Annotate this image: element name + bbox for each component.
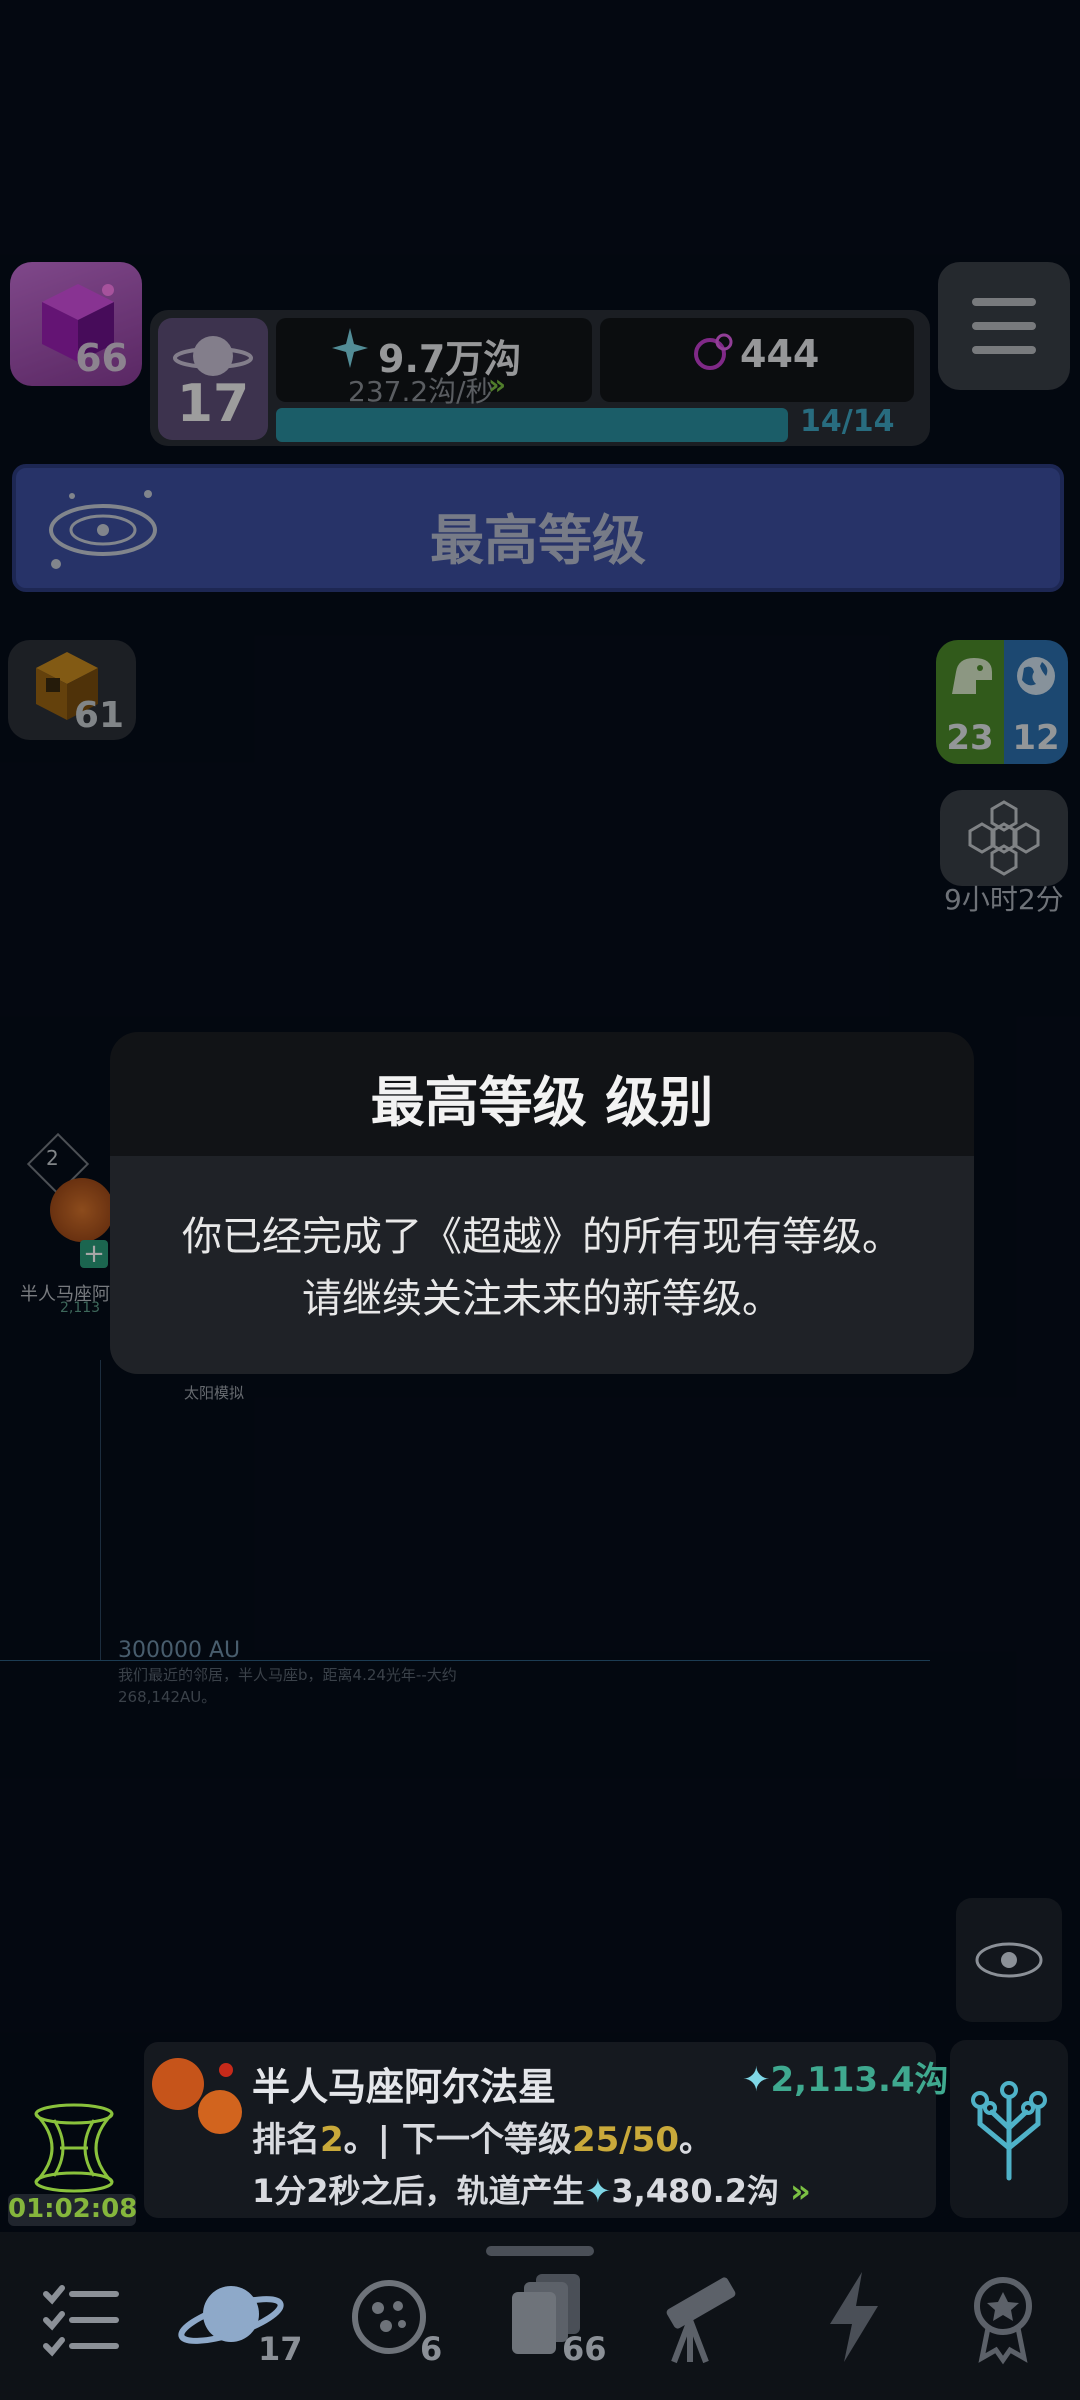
lightning-icon	[830, 2272, 878, 2362]
orbit-text: 1分2秒之后，轨道产生	[252, 2172, 585, 2210]
dialog-message-line2: 请继续关注未来的新等级。	[302, 1276, 782, 1322]
nav-cards-count: 66	[562, 2330, 607, 2368]
rank-next: 25/50	[571, 2120, 679, 2160]
award-icon	[974, 2277, 1032, 2365]
orbit-icon	[975, 1942, 1043, 1978]
nav-planets-count: 17	[258, 2330, 303, 2368]
rank-prefix: 排名	[252, 2120, 320, 2160]
wormhole-timer: 01:02:08	[8, 2194, 138, 2226]
checklist-icon	[43, 2285, 119, 2357]
double-chevron-icon: »	[779, 2172, 811, 2210]
nav-boost[interactable]	[800, 2262, 910, 2372]
dialog-body: 你已经完成了《超越》的所有现有等级。 请继续关注未来的新等级。	[110, 1156, 974, 1374]
drawer-handle[interactable]	[486, 2246, 594, 2256]
dialog-message-line1: 你已经完成了《超越》的所有现有等级。	[182, 1214, 902, 1260]
nav-moons-count: 6	[420, 2330, 443, 2368]
skill-tree-button[interactable]	[950, 2040, 1068, 2218]
star-name: 半人马座阿尔法星	[252, 2065, 557, 2109]
orbit-amount: 3,480.2沟	[611, 2172, 780, 2210]
nav-achievements[interactable]	[948, 2262, 1058, 2372]
star-system-icon	[152, 2058, 242, 2134]
sparkle-icon: ✦	[742, 2060, 771, 2100]
rank-suffix: 。	[678, 2120, 713, 2160]
nav-checklist[interactable]	[26, 2262, 136, 2372]
rank-line: 排名2。| 下一个等级25/50。	[252, 2112, 713, 2161]
star-amount: ✦2,113.4沟	[742, 2052, 949, 2101]
max-level-dialog[interactable]: 最高等级 级别 你已经完成了《超越》的所有现有等级。 请继续关注未来的新等级。	[110, 1032, 974, 1374]
star-amount-value: 2,113.4沟	[770, 2060, 949, 2100]
rank-value: 2	[320, 2120, 344, 2160]
nav-telescope[interactable]	[642, 2262, 752, 2372]
wormhole-icon	[34, 2103, 114, 2193]
sparkle-icon: ✦	[584, 2172, 612, 2210]
dialog-title: 最高等级 级别	[370, 1071, 714, 1134]
orbit-view-button[interactable]	[956, 1898, 1062, 2022]
tree-icon	[971, 2081, 1047, 2181]
orbit-line: 1分2秒之后，轨道产生✦3,480.2沟 »	[252, 2166, 811, 2212]
rank-mid: 。| 下一个等级	[343, 2120, 572, 2160]
telescope-icon	[666, 2277, 736, 2364]
